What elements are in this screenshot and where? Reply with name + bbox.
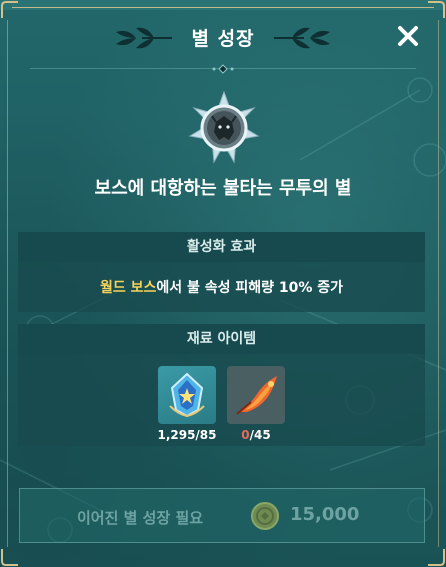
star-name: 보스에 대항하는 불타는 무투의 별 <box>94 178 352 199</box>
corner-ornament <box>428 1 445 18</box>
activation-effect-text: 월드 보스에서 불 속성 피해량 10% 증가 <box>18 277 425 297</box>
material-count: 0/45 <box>221 428 291 442</box>
divider-gem-icon <box>212 64 234 74</box>
materials-section: 재료 아이템 1,295/85 0/45 <box>18 324 425 446</box>
close-icon[interactable] <box>396 24 420 48</box>
blue-crystal-item-icon <box>169 372 205 418</box>
effect-highlight: 월드 보스 <box>99 280 157 296</box>
star-growth-button-label: 이어진 별 성장 필요 <box>77 509 204 527</box>
material-item-slot[interactable] <box>158 366 216 424</box>
corner-ornament <box>1 549 18 566</box>
leaf-ornament-icon <box>274 27 330 49</box>
fire-feather-item-icon <box>236 376 277 415</box>
material-owned: 0 <box>241 428 250 442</box>
star-growth-button[interactable]: 이어진 별 성장 필요 15,000 <box>19 488 425 543</box>
corner-ornament <box>1 1 18 18</box>
dragon-star-emblem-icon <box>188 90 260 164</box>
activation-effect-heading: 활성화 효과 <box>18 232 425 262</box>
frame-gold-line <box>12 7 434 8</box>
panel-title: 별 성장 <box>191 28 255 50</box>
gold-coin-icon <box>251 502 279 530</box>
star-growth-panel: 별 성장 보스에 대항하는 불타는 무투의 별 활성화 효과 월드 보스에서 불… <box>0 0 446 567</box>
corner-ornament <box>428 549 445 566</box>
material-required: /45 <box>249 428 271 442</box>
frame-gold-line-right <box>438 20 439 547</box>
material-item-slot[interactable] <box>227 366 285 424</box>
effect-description: 에서 불 속성 피해량 10% 증가 <box>156 280 344 296</box>
frame-gold-line-left <box>7 20 8 547</box>
materials-heading: 재료 아이템 <box>18 324 425 354</box>
growth-cost: 15,000 <box>290 504 360 525</box>
material-count: 1,295/85 <box>157 428 217 442</box>
top-frame <box>0 0 446 10</box>
activation-effect-section: 활성화 효과 월드 보스에서 불 속성 피해량 10% 증가 <box>18 232 425 312</box>
